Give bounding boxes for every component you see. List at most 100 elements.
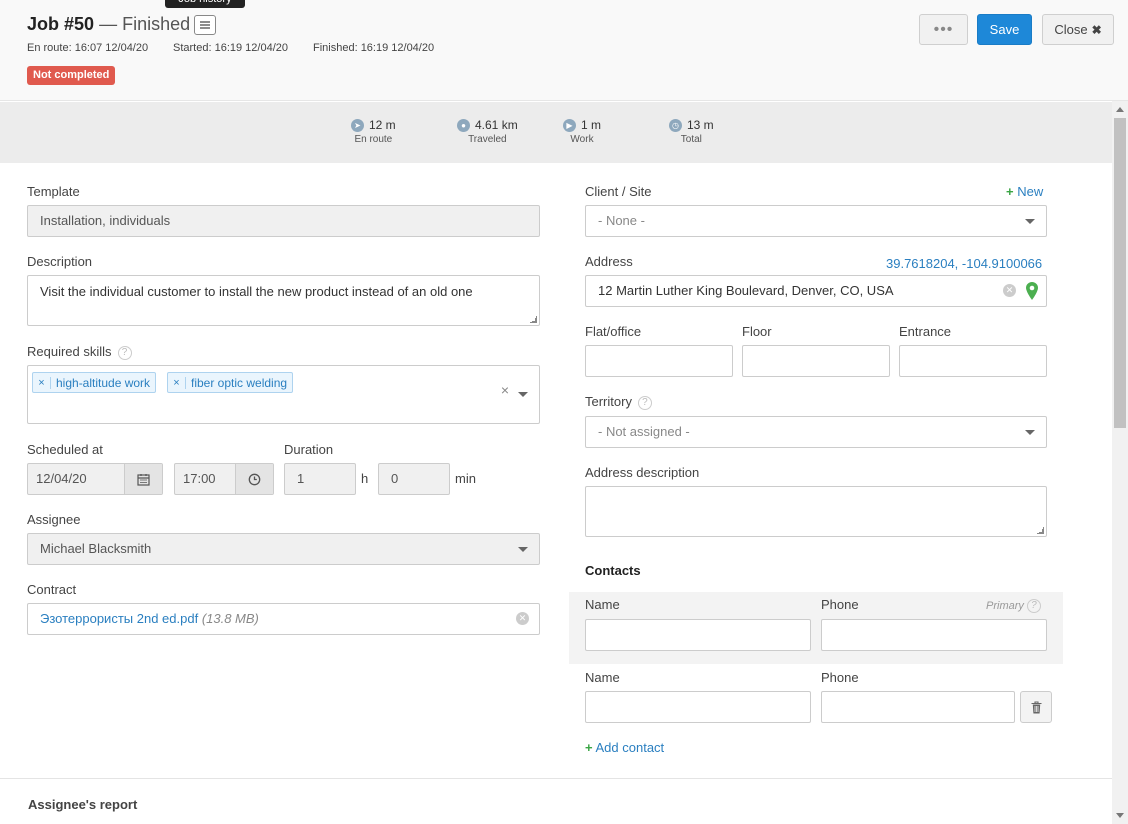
required-skills-label: Required skills? [27,344,132,360]
stat-en-route: ➤ 12 m En route [351,118,396,145]
contact-name-label: Name [585,597,620,612]
chevron-down-icon[interactable] [518,547,528,552]
coordinates-link[interactable]: 39.7618204, -104.9100066 [886,256,1042,271]
help-icon[interactable]: ? [637,396,652,410]
address-description-field[interactable] [585,486,1047,537]
job-number: Job #50 [27,14,95,34]
clear-address-icon[interactable]: ✕ [1003,284,1016,297]
client-select[interactable]: - None - [585,205,1047,237]
new-client-button[interactable]: + New [1006,184,1043,199]
contact-phone-label: Phone [821,597,859,612]
add-contact-label: Add contact [595,740,665,755]
help-icon[interactable]: ? [1026,599,1041,613]
contact-phone-label: Phone [821,670,859,685]
template-label: Template [27,184,80,199]
contract-file-link[interactable]: Эзотеррористы 2nd ed.pdf [40,611,198,626]
skill-tag-label: high-altitude work [56,375,151,390]
close-button[interactable]: Close ✖ [1042,14,1114,45]
floor-label: Floor [742,324,772,339]
remove-file-icon[interactable]: ✕ [516,612,529,625]
description-value: Visit the individual customer to install… [40,284,473,299]
history-icon [200,21,210,29]
minutes-unit: min [455,471,476,486]
address-description-label: Address description [585,465,700,480]
en-route-time: En route: 16:07 12/04/20 [27,42,149,54]
contact-phone-field[interactable] [821,691,1015,723]
client-site-label: Client / Site [585,184,652,199]
scroll-up-icon[interactable] [1116,107,1124,112]
minutes-value: 0 [391,471,399,486]
job-history-button[interactable] [194,15,216,35]
stat-traveled: ● 4.61 km Traveled [457,118,518,145]
finished-time: Finished: 16:19 12/04/20 [313,42,435,54]
contacts-heading: Contacts [585,563,641,578]
location-icon: ● [457,118,470,132]
save-button[interactable]: Save [977,14,1032,45]
assignee-select[interactable]: Michael Blacksmith [27,533,540,565]
map-pin-icon[interactable] [1026,282,1038,300]
page-title: Job #50 — Finished [27,14,191,34]
floor-field[interactable] [742,345,890,377]
clear-skills-icon[interactable]: × [501,383,509,397]
entrance-field[interactable] [899,345,1047,377]
contract-file-size: (13.8 MB) [201,611,259,626]
address-value: 12 Martin Luther King Boulevard, Denver,… [598,283,894,298]
remove-tag-icon[interactable]: × [33,376,51,389]
clock-icon[interactable] [235,464,273,494]
skill-tag: × high-altitude work [32,372,157,393]
contract-field[interactable]: Эзотеррористы 2nd ed.pdf (13.8 MB) ✕ [27,603,540,635]
entrance-label: Entrance [899,324,952,339]
stat-work: ▶ 1 m Work [563,118,601,145]
resize-handle-icon[interactable] [530,316,537,323]
flat-office-field[interactable] [585,345,733,377]
close-label: Close [1054,22,1088,37]
assignee-label: Assignee [27,512,81,527]
remove-tag-icon[interactable]: × [168,376,186,389]
delete-contact-button[interactable] [1020,691,1052,723]
contact-phone-field[interactable] [821,619,1047,651]
chevron-down-icon[interactable] [1025,430,1035,435]
job-history-tooltip: Job history [165,0,245,8]
contact-name-field[interactable] [585,691,811,723]
contract-label: Contract [27,582,77,597]
plus-icon: + [1006,184,1014,199]
time-value: 17:00 [183,471,216,486]
scheduled-at-label: Scheduled at [27,442,103,457]
calendar-icon[interactable] [124,464,162,494]
scrollbar[interactable] [1112,101,1128,824]
scroll-thumb[interactable] [1114,118,1126,428]
time-field[interactable]: 17:00 [174,463,274,495]
primary-text: Primary [986,600,1024,612]
duration-hours-field[interactable]: 1 [284,463,356,495]
template-value: Installation, individuals [40,213,171,228]
description-field[interactable]: Visit the individual customer to install… [27,275,540,326]
stat-label: Total [680,134,702,145]
new-client-label: New [1017,184,1044,199]
plus-icon: + [585,740,593,755]
resize-handle-icon[interactable] [1037,527,1044,534]
started-time: Started: 16:19 12/04/20 [173,42,288,54]
template-field[interactable]: Installation, individuals [27,205,540,237]
territory-select[interactable]: - Not assigned - [585,416,1047,448]
territory-text: Territory [585,394,632,409]
chevron-down-icon[interactable] [1025,219,1035,224]
contact-name-field[interactable] [585,619,811,651]
skill-tag: × fiber optic welding [167,372,294,393]
stat-value: 4.61 km [475,118,518,132]
duration-minutes-field[interactable]: 0 [378,463,450,495]
job-stats-bar: ➤ 12 m En route ● 4.61 km Traveled ▶ 1 m Wo… [0,102,1112,163]
assignee-report-heading: Assignee's report [28,797,138,812]
contact-name-label: Name [585,670,620,685]
scroll-down-icon[interactable] [1116,813,1124,818]
stat-label: Work [570,134,594,145]
assignee-value: Michael Blacksmith [40,541,152,556]
address-field[interactable]: 12 Martin Luther King Boulevard, Denver,… [585,275,1047,307]
help-icon[interactable]: ? [117,346,132,360]
more-actions-button[interactable]: ••• [919,14,968,45]
required-skills-text: Required skills [27,344,112,359]
date-field[interactable]: 12/04/20 [27,463,163,495]
stat-value: 1 m [581,118,602,132]
description-label: Description [27,254,93,269]
chevron-down-icon[interactable] [518,392,528,397]
add-contact-button[interactable]: + Add contact [585,740,664,755]
